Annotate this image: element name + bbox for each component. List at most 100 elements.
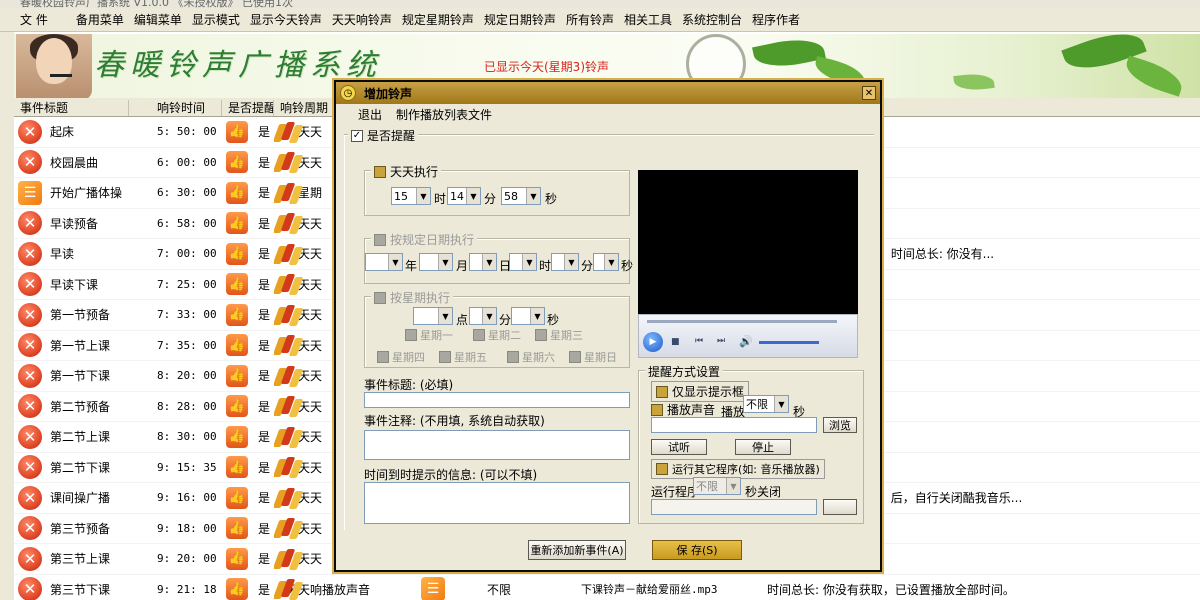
media-player-icon: [274, 426, 304, 448]
remind-value: 是: [258, 308, 271, 323]
col-header-time[interactable]: 响铃时间: [129, 100, 222, 116]
daily-hour-value: 15: [394, 189, 408, 203]
col-header-cycle[interactable]: 响铃周期: [274, 100, 334, 116]
cell-time: 6: 30: 00: [157, 186, 217, 200]
only-prompt-option[interactable]: 仅显示提示框: [651, 381, 750, 402]
thumbs-up-icon: 👍: [226, 303, 248, 326]
byweek-second-unit: 秒: [547, 313, 560, 327]
dialog-title: 增加铃声: [364, 86, 413, 101]
menu-item[interactable]: 规定星期铃声: [397, 11, 479, 28]
menu-exit[interactable]: 退出: [358, 106, 382, 123]
thumbs-up-icon: 👍: [226, 486, 248, 509]
sound-file-input[interactable]: [651, 417, 817, 433]
byweek-minute-select[interactable]: ▼: [469, 307, 497, 325]
bydate-second-select[interactable]: ▼: [593, 253, 619, 271]
event-title: 第一节上课: [50, 338, 111, 353]
cell-cycle: 天天响: [274, 578, 322, 600]
cell-remind: 👍 是: [222, 517, 274, 540]
remind-value: 是: [258, 491, 271, 506]
remind-checkbox[interactable]: ✓ 是否提醒: [348, 127, 419, 144]
bydate-day-select[interactable]: ▼: [469, 253, 497, 271]
remind-value: 是: [258, 155, 271, 170]
bydate-minute-select[interactable]: ▼: [551, 253, 579, 271]
save-button[interactable]: 保 存(S): [652, 540, 742, 560]
checkbox-icon: [656, 385, 668, 398]
cell-cycle: 天天: [274, 151, 322, 174]
menu-item[interactable]: 系统控制台: [677, 11, 747, 28]
daily-checkbox[interactable]: 天天执行: [371, 163, 442, 180]
weekday-label: 星期三: [550, 329, 583, 342]
menu-item[interactable]: 编辑菜单: [129, 11, 187, 28]
menu-item[interactable]: 文 件: [0, 11, 53, 28]
menu-item[interactable]: 程序作者: [747, 11, 805, 28]
menu-item[interactable]: 显示今天铃声: [245, 11, 327, 28]
byweek-hour-select[interactable]: ▼: [413, 307, 453, 325]
stop-button[interactable]: 停止: [735, 439, 791, 455]
play-icon[interactable]: ▶: [643, 332, 663, 352]
daily-hour-select[interactable]: 15 ▼: [391, 187, 431, 205]
bydate-checkbox[interactable]: 按规定日期执行: [371, 231, 478, 248]
stop-icon[interactable]: ■: [671, 337, 680, 347]
byweek-second-select[interactable]: ▼: [511, 307, 545, 325]
weekday-monday[interactable]: 星期一: [405, 327, 453, 343]
menu-item[interactable]: 相关工具: [619, 11, 677, 28]
program-browse-button[interactable]: [823, 499, 857, 515]
dialog-titlebar[interactable]: ◷ 增加铃声 ✕: [336, 82, 880, 104]
cell-remind: 👍 是: [222, 273, 274, 296]
checkbox-icon: [374, 233, 386, 246]
volume-icon[interactable]: 🔊: [739, 335, 753, 348]
cell-title: ✕ 第二节上课: [14, 424, 129, 449]
run-other-option[interactable]: 运行其它程序(如: 音乐播放器): [651, 459, 825, 479]
close-icon[interactable]: ✕: [862, 86, 876, 100]
col-header-remind[interactable]: 是否提醒: [222, 100, 274, 116]
previous-icon[interactable]: ⏮: [695, 336, 703, 346]
bydate-year-select[interactable]: ▼: [365, 253, 403, 271]
next-icon[interactable]: ⏭: [717, 336, 725, 346]
cell-remind: 👍 是: [222, 486, 274, 509]
prompt-message-input[interactable]: [364, 482, 630, 524]
thumbs-up-icon: 👍: [226, 212, 248, 235]
event-title-input[interactable]: [364, 392, 630, 408]
weekday-tuesday[interactable]: 星期二: [473, 327, 521, 343]
col-header-title[interactable]: 事件标题: [14, 100, 129, 116]
cell-time: 5: 50: 00: [157, 125, 217, 139]
weekday-thursday[interactable]: 星期四: [377, 349, 425, 365]
weekday-saturday[interactable]: 星期六: [507, 349, 555, 365]
volume-slider[interactable]: [759, 341, 819, 344]
menu-item[interactable]: 显示模式: [187, 11, 245, 28]
daily-second-select[interactable]: 58 ▼: [501, 187, 541, 205]
weekday-sunday[interactable]: 星期日: [569, 349, 617, 365]
daily-minute-select[interactable]: 14 ▼: [447, 187, 481, 205]
program-path-input[interactable]: [651, 499, 817, 515]
add-new-event-button[interactable]: 重新添加新事件(A): [528, 540, 626, 560]
table-row[interactable]: ✕ 第三节下课 9: 21: 18 👍 是天天响 播放声音 ☰ 不限 下课铃声－献给爱丽丝.mp…: [14, 575, 1200, 600]
test-listen-button[interactable]: 试听: [651, 439, 707, 455]
run-limit-select[interactable]: 不限 ▼: [693, 477, 741, 495]
menu-item[interactable]: 所有铃声: [561, 11, 619, 28]
menu-item[interactable]: 备用菜单: [71, 11, 129, 28]
byweek-checkbox[interactable]: 按星期执行: [371, 289, 454, 306]
browse-button[interactable]: 浏览: [823, 417, 857, 433]
leaf-decoration: [1121, 55, 1187, 97]
bydate-month-select[interactable]: ▼: [419, 253, 453, 271]
menu-make-playlist[interactable]: 制作播放列表文件: [396, 106, 492, 123]
weekday-wednesday[interactable]: 星期三: [535, 327, 583, 343]
cell-title: ☰ 开始广播体操: [14, 180, 129, 205]
seek-bar[interactable]: [647, 320, 837, 323]
bydate-hour-select[interactable]: ▼: [509, 253, 537, 271]
bydate-label: 按规定日期执行: [390, 233, 475, 247]
play-sound-option[interactable]: 播放声音: [651, 401, 715, 418]
cell-time: 6: 00: 00: [157, 155, 217, 169]
menu-item[interactable]: 规定日期铃声: [479, 11, 561, 28]
remind-value: 是: [258, 552, 271, 567]
menu-item[interactable]: 天天响铃声: [327, 11, 397, 28]
thumbs-up-icon: 👍: [226, 273, 248, 296]
thumbs-up-icon: 👍: [226, 456, 248, 479]
cell-remind: 👍 是: [222, 547, 274, 570]
weekday-friday[interactable]: 星期五: [439, 349, 487, 365]
event-title: 第三节预备: [50, 521, 111, 536]
event-title: 第一节下课: [50, 369, 111, 384]
media-player-icon: [274, 578, 304, 600]
play-limit-select[interactable]: 不限 ▼: [743, 395, 789, 413]
event-note-input[interactable]: [364, 430, 630, 460]
